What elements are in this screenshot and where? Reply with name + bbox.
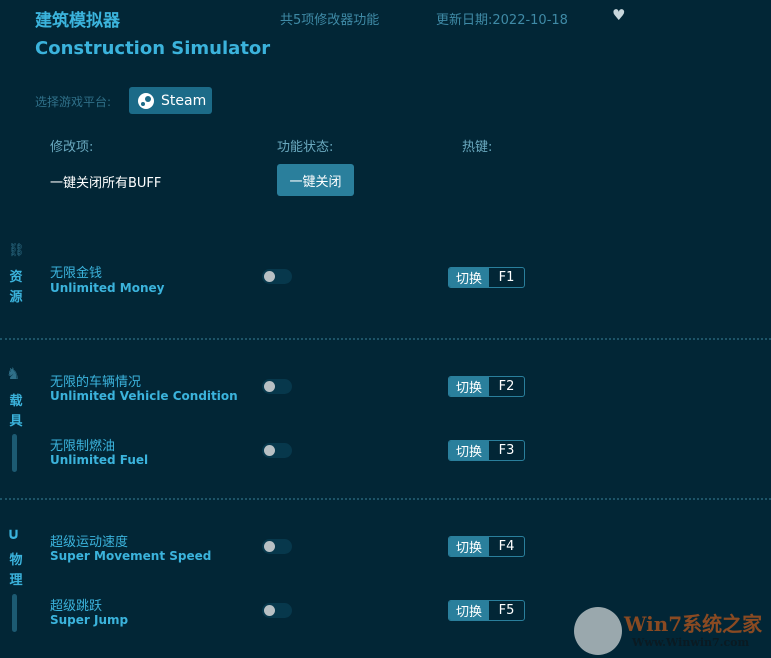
watermark-url: Www.Winwin7.com xyxy=(632,636,750,649)
divider xyxy=(0,498,771,500)
category-vehicles: 载具 xyxy=(9,394,23,429)
category-physics: 物理 xyxy=(9,553,23,588)
category-scrollbar xyxy=(12,594,17,632)
update-date: 更新日期:2022-10-18 xyxy=(436,13,568,28)
column-hotkey: 热键: xyxy=(462,140,493,155)
steam-platform-button[interactable]: Steam xyxy=(129,87,212,114)
item-name-cn: 无限制燃油 xyxy=(50,439,116,454)
toggle-unlimited-fuel[interactable] xyxy=(262,443,292,458)
favorite-heart-icon[interactable]: ♥ xyxy=(612,6,625,24)
toggle-super-movement-speed[interactable] xyxy=(262,539,292,554)
horse-icon: ♞ xyxy=(6,364,21,383)
item-name-cn: 无限的车辆情况 xyxy=(50,375,142,390)
windows-logo-icon xyxy=(574,607,622,655)
divider xyxy=(0,338,771,340)
hotkey-f5[interactable]: 切换 F5 xyxy=(448,600,525,621)
item-name-en: Super Jump xyxy=(50,613,129,627)
item-name-cn: 无限金钱 xyxy=(50,266,103,281)
game-title-cn: 建筑模拟器 xyxy=(35,11,120,31)
magnet-icon: ∪ xyxy=(7,524,20,543)
hotkey-f3[interactable]: 切换 F3 xyxy=(448,440,525,461)
steam-label: Steam xyxy=(161,92,207,109)
item-name-en: Super Movement Speed xyxy=(50,549,212,563)
platform-label: 选择游戏平台: xyxy=(35,95,112,109)
item-name-cn: 超级运动速度 xyxy=(50,535,129,550)
item-name-en: Unlimited Vehicle Condition xyxy=(50,389,238,403)
category-scrollbar xyxy=(12,434,17,472)
watermark-brand: Win7系统之家 xyxy=(624,612,763,636)
item-name-cn: 超级跳跃 xyxy=(50,599,103,614)
category-resources: 资源 xyxy=(9,270,23,305)
toggle-unlimited-vehicle-condition[interactable] xyxy=(262,379,292,394)
toggle-super-jump[interactable] xyxy=(262,603,292,618)
hotkey-f2[interactable]: 切换 F2 xyxy=(448,376,525,397)
feature-count: 共5项修改器功能 xyxy=(280,13,380,28)
column-status: 功能状态: xyxy=(277,140,334,155)
toggle-unlimited-money[interactable] xyxy=(262,269,292,284)
hotkey-f1[interactable]: 切换 F1 xyxy=(448,267,525,288)
resources-icon: ⛓ xyxy=(8,243,25,258)
item-name-en: Unlimited Fuel xyxy=(50,453,149,467)
master-label: 一键关闭所有BUFF xyxy=(50,176,162,191)
item-name-en: Unlimited Money xyxy=(50,281,165,295)
steam-icon xyxy=(138,92,154,109)
disable-all-button[interactable]: 一键关闭 xyxy=(277,164,354,196)
hotkey-f4[interactable]: 切换 F4 xyxy=(448,536,525,557)
game-title-en: Construction Simulator xyxy=(35,38,271,59)
column-item: 修改项: xyxy=(50,140,94,155)
